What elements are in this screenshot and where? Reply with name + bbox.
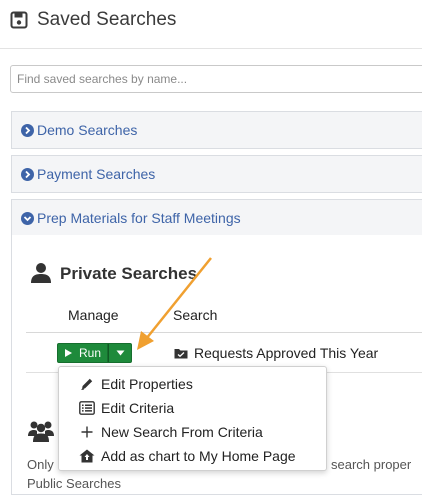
menu-item-edit-properties[interactable]: Edit Properties [59, 372, 326, 396]
public-text-right: search proper [331, 457, 412, 472]
accordion-label: Payment Searches [37, 166, 156, 182]
run-dropdown-toggle[interactable] [108, 343, 133, 363]
page-header: Saved Searches [10, 6, 176, 34]
run-dropdown-menu: Edit Properties Edit Criteria New Search… [58, 366, 327, 471]
column-header-manage: Manage [68, 307, 119, 323]
menu-item-label: Add as chart to My Home Page [101, 448, 296, 464]
accordion-prep-materials[interactable]: Prep Materials for Staff Meetings [11, 199, 422, 237]
column-header-search: Search [173, 307, 218, 323]
users-icon [27, 420, 55, 447]
play-icon [65, 349, 72, 357]
table-row: Run [57, 343, 133, 363]
header-divider [0, 48, 422, 49]
page-title: Saved Searches [37, 9, 177, 30]
plus-icon [79, 424, 95, 440]
home-upload-icon [79, 448, 95, 464]
user-icon [30, 262, 52, 289]
private-searches-heading: Private Searches [60, 264, 198, 283]
accordion-payment-searches[interactable]: Payment Searches [11, 155, 422, 193]
accordion-label: Prep Materials for Staff Meetings [37, 210, 241, 226]
menu-item-label: New Search From Criteria [101, 424, 263, 440]
search-input[interactable] [10, 65, 422, 93]
chevron-right-icon [21, 167, 34, 181]
accordion-label: Demo Searches [37, 122, 138, 138]
search-name: Requests Approved This Year [194, 345, 379, 361]
run-label: Run [79, 346, 102, 360]
table-header-divider [26, 332, 422, 333]
public-text-left: Only [27, 457, 54, 472]
search-link[interactable]: Requests Approved This Year [174, 345, 378, 361]
caret-down-icon [116, 350, 125, 356]
menu-item-label: Edit Properties [101, 376, 193, 392]
menu-item-new-search-from-criteria[interactable]: New Search From Criteria [59, 420, 326, 444]
save-icon [10, 11, 28, 29]
menu-item-add-chart-home[interactable]: Add as chart to My Home Page [59, 444, 326, 468]
chevron-right-icon [21, 123, 34, 137]
run-button[interactable]: Run [57, 343, 109, 363]
menu-item-label: Edit Criteria [101, 400, 175, 416]
accordion-demo-searches[interactable]: Demo Searches [11, 111, 422, 149]
list-icon [79, 400, 95, 416]
public-searches-heading: Public Searches [27, 476, 121, 491]
pencil-icon [79, 376, 95, 392]
folder-icon [174, 349, 188, 359]
menu-item-edit-criteria[interactable]: Edit Criteria [59, 396, 326, 420]
chevron-down-icon [21, 211, 34, 225]
